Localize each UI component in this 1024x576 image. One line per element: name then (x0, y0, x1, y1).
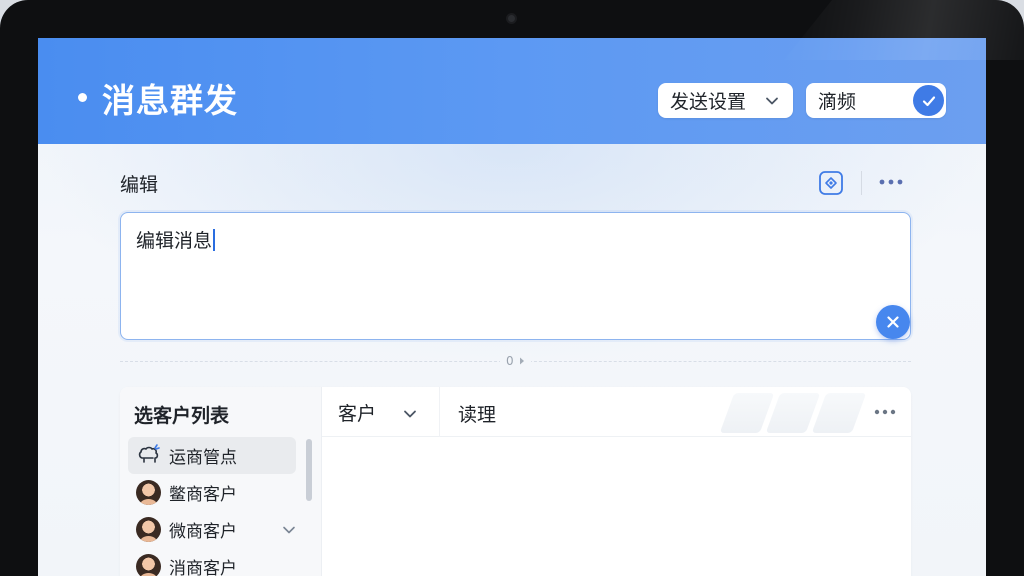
list-item-label: 微商客户 (169, 522, 237, 542)
list-item-label: 运商管点 (169, 448, 237, 468)
app-header: 消息群发 发送设置 滴频 (38, 38, 986, 144)
chevron-down-icon (766, 97, 778, 105)
frequency-toggle[interactable]: 滴频 (806, 83, 946, 118)
list-item-label: 消商客户 (169, 559, 237, 576)
list-item-label: 鳖商客户 (169, 485, 237, 505)
more-icon (879, 179, 903, 185)
char-counter: 0 (500, 353, 531, 369)
clear-button[interactable] (876, 305, 910, 339)
customer-list: 选客户列表 运商管点 鳖商客户 微商客户 消商客户 (120, 387, 322, 576)
placeholder-tab (811, 393, 867, 433)
panel-more-button[interactable] (870, 402, 900, 422)
more-options-button[interactable] (876, 172, 906, 192)
sheep-icon (138, 444, 160, 463)
tablet-device-frame: 消息群发 发送设置 滴频 编辑 编辑消息 0 选客户列表 运商管点 鳖商客户 微… (0, 0, 1024, 576)
customer-filter-label: 客户 (338, 402, 377, 425)
list-scrollbar[interactable] (306, 439, 312, 501)
ai-assist-icon (819, 171, 843, 195)
customer-panel: 选客户列表 运商管点 鳖商客户 微商客户 消商客户 客户 读理 (120, 387, 911, 576)
message-text: 编辑消息 (136, 230, 213, 252)
caret-right-icon (519, 357, 524, 365)
avatar (136, 554, 161, 576)
tab-review[interactable]: 读理 (458, 400, 496, 427)
check-icon (913, 85, 944, 116)
customer-list-title: 选客户列表 (134, 405, 230, 427)
list-item[interactable]: 运商管点 (128, 437, 296, 474)
app-screen: 消息群发 发送设置 滴频 编辑 编辑消息 0 选客户列表 运商管点 鳖商客户 微… (38, 38, 986, 576)
close-icon (887, 316, 899, 328)
send-settings-label: 发送设置 (670, 91, 747, 113)
list-item[interactable]: 消商客户 (128, 548, 296, 576)
avatar (136, 517, 161, 542)
char-count: 0 (506, 354, 514, 368)
customer-filter-dropdown[interactable]: 客户 (322, 387, 440, 437)
title-bullet (78, 93, 87, 102)
placeholder-tab (719, 393, 775, 433)
editor-text-wrap: 编辑消息 (136, 226, 216, 253)
placeholder-tab (765, 393, 821, 433)
frequency-label: 滴频 (818, 91, 857, 113)
edit-section-label: 编辑 (120, 174, 159, 196)
list-item[interactable]: 鳖商客户 (128, 474, 296, 511)
panel-toolbar: 客户 读理 (322, 387, 911, 437)
camera-icon (506, 13, 517, 24)
more-icon (874, 409, 896, 415)
send-settings-dropdown[interactable]: 发送设置 (658, 83, 793, 118)
chevron-down-icon[interactable] (280, 521, 298, 539)
avatar (136, 480, 161, 505)
list-item[interactable]: 微商客户 (128, 511, 296, 548)
text-caret (213, 229, 216, 251)
toolbar-divider (861, 171, 862, 195)
chevron-down-icon (404, 410, 416, 418)
page-title: 消息群发 (102, 81, 238, 120)
placeholder-tabs (719, 393, 867, 433)
ai-assist-button[interactable] (818, 170, 844, 196)
message-editor[interactable]: 编辑消息 (120, 212, 911, 340)
